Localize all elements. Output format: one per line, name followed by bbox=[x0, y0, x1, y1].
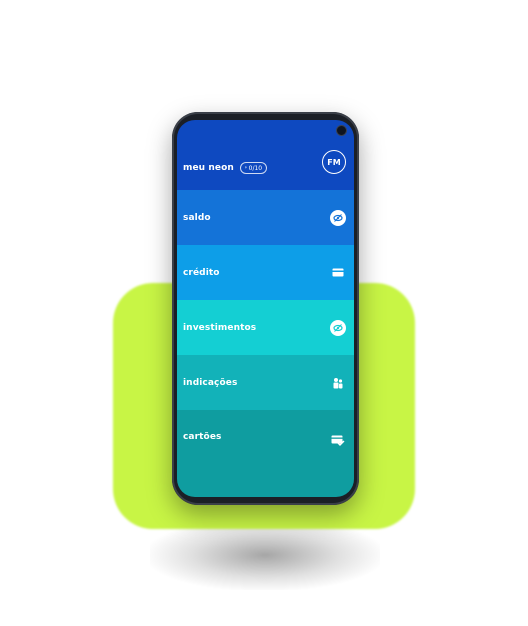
blob-shadow bbox=[150, 520, 380, 590]
tag-icon: ⬫ bbox=[244, 164, 247, 171]
eye-hidden-icon[interactable] bbox=[330, 319, 346, 336]
menu-item-saldo[interactable]: saldo bbox=[177, 190, 354, 245]
menu-item-label: saldo bbox=[183, 212, 211, 223]
menu-item-label: indicações bbox=[183, 377, 238, 388]
menu-item-credito[interactable]: crédito bbox=[177, 245, 354, 300]
menu-item-investimentos[interactable]: investimentos bbox=[177, 300, 354, 355]
progress-badge-text: 0/10 bbox=[248, 164, 263, 172]
avatar[interactable]: FM bbox=[322, 150, 346, 174]
cards-check-icon bbox=[330, 432, 346, 448]
menu-item-label: crédito bbox=[183, 267, 220, 278]
menu-item-cartoes[interactable]: cartões bbox=[177, 410, 354, 497]
header-left: meu neon ⬫ 0/10 bbox=[183, 162, 268, 174]
people-icon bbox=[330, 375, 346, 391]
progress-badge[interactable]: ⬫ 0/10 bbox=[239, 162, 268, 174]
camera-icon bbox=[336, 125, 347, 136]
menu-item-label: investimentos bbox=[183, 322, 257, 333]
phone-screen: meu neon ⬫ 0/10 FM saldo crédito investi… bbox=[177, 120, 354, 497]
menu-item-label: cartões bbox=[183, 432, 222, 442]
card-icon bbox=[330, 265, 346, 281]
phone-frame: meu neon ⬫ 0/10 FM saldo crédito investi… bbox=[172, 112, 359, 505]
eye-hidden-icon[interactable] bbox=[330, 209, 346, 226]
header-row: meu neon ⬫ 0/10 FM bbox=[177, 120, 354, 190]
app-title: meu neon bbox=[183, 163, 234, 173]
menu-item-indicacoes[interactable]: indicações bbox=[177, 355, 354, 410]
